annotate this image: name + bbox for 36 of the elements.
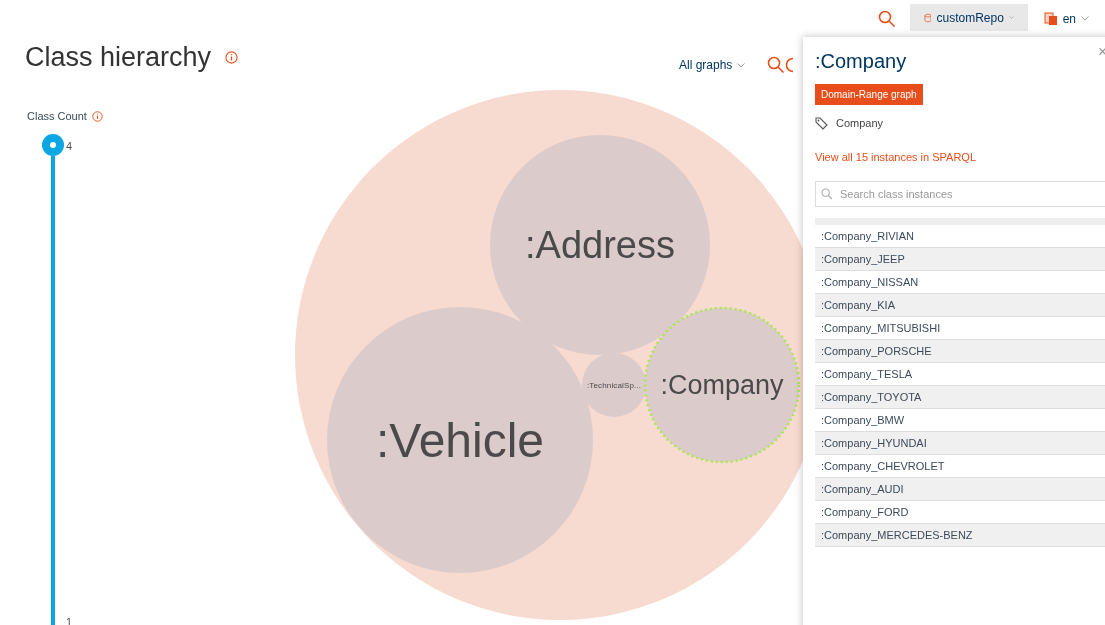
instance-row[interactable]: :Company_HYUNDAI xyxy=(815,432,1105,455)
language-selector[interactable]: en xyxy=(1043,9,1089,28)
info-icon[interactable] xyxy=(91,110,103,122)
bubble-label: :Vehicle xyxy=(375,413,545,467)
instance-row[interactable]: :Company_MERCEDES-BENZ xyxy=(815,524,1105,547)
slider-max-label: 4 xyxy=(66,139,73,154)
graph-filter-dropdown[interactable]: All graphs xyxy=(679,56,746,74)
instance-row[interactable]: :Company_TOYOTA xyxy=(815,386,1105,409)
instance-row[interactable]: :Company_AUDI xyxy=(815,478,1105,501)
caret-icon xyxy=(1008,15,1014,20)
caret-icon xyxy=(1081,16,1089,21)
info-icon[interactable] xyxy=(225,50,239,64)
sparql-link[interactable]: View all 15 instances in SPARQL xyxy=(815,148,976,165)
language-icon xyxy=(1043,11,1058,26)
panel-title: :Company xyxy=(815,49,907,74)
caret-icon xyxy=(737,62,746,68)
repository-selector[interactable]: customRepo xyxy=(909,4,1028,31)
search-icon[interactable] xyxy=(877,9,896,28)
search-icon[interactable] xyxy=(767,56,786,74)
bubble-label: :Company xyxy=(660,370,784,401)
slider-thumb[interactable] xyxy=(42,134,64,156)
instance-row[interactable]: :Company_JEEP xyxy=(815,248,1105,271)
search-icon xyxy=(821,188,833,200)
search-field[interactable]: Search class instances xyxy=(815,181,1105,207)
graph-badge: Domain-Range graph xyxy=(815,84,923,105)
tag-icon xyxy=(815,116,828,130)
class-label: Company xyxy=(836,116,884,131)
bubble-label: :TechnicalSp... xyxy=(587,380,641,390)
instance-row[interactable]: :Company_KIA xyxy=(815,294,1105,317)
class-bubble[interactable] xyxy=(490,135,710,355)
instance-row[interactable]: :Company_PORSCHE xyxy=(815,340,1105,363)
class-bubble[interactable] xyxy=(643,306,801,464)
page-title: Class hierarchy xyxy=(25,41,212,74)
bubble-label: :Address xyxy=(525,224,675,267)
refresh-icon[interactable] xyxy=(785,57,794,73)
class-count-label: Class Count xyxy=(27,109,87,124)
